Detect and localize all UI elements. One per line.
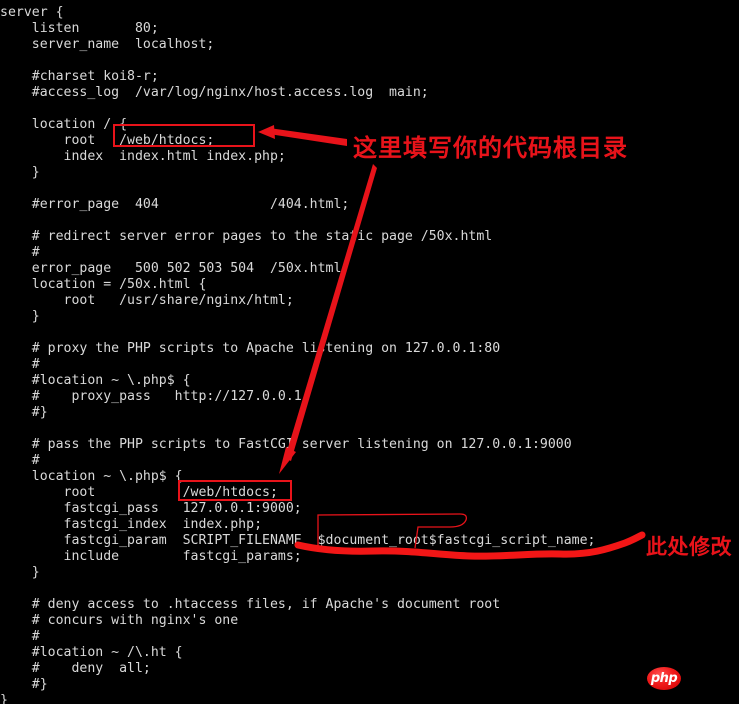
annotation-root-directory: 这里填写你的代码根目录 xyxy=(353,134,628,162)
annotation-modify-here: 此处修改 xyxy=(646,535,732,559)
nginx-config-screenshot: server { listen 80; server_name localhos… xyxy=(0,0,739,704)
php-logo-text: php xyxy=(650,671,678,686)
php-logo-watermark: php xyxy=(647,667,681,690)
highlight-box-root-location xyxy=(113,124,255,147)
highlight-box-root-php-location xyxy=(178,480,292,501)
nginx-config-code[interactable]: server { listen 80; server_name localhos… xyxy=(0,0,739,704)
